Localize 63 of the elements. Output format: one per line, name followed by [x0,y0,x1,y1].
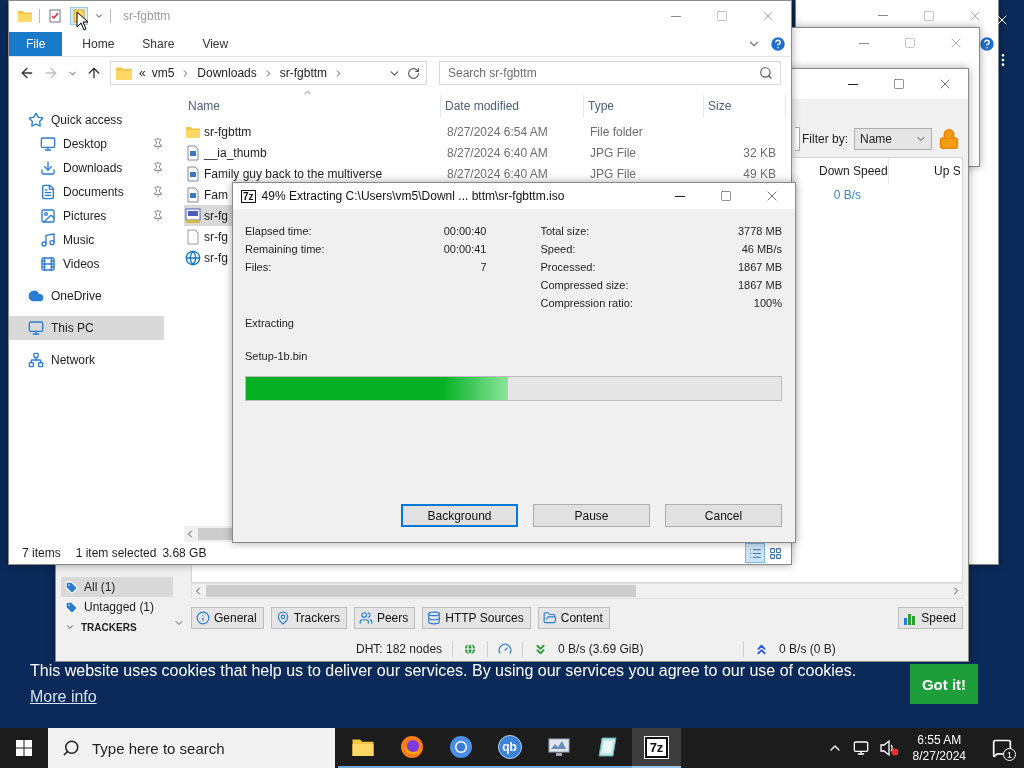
app-logo: qb [497,735,522,759]
nav-label: Pictures [63,209,107,223]
file-date: 8/27/2024 6:54 AM [446,124,549,139]
nav-label: Desktop [63,137,108,151]
upload-speed: 0 B/s (0 B) [779,642,836,656]
file-type: JPG File [589,166,637,181]
stat-value: 46 MB/s [741,243,782,255]
stat-label: Files: [245,261,272,273]
stat-value: 00:00:40 [443,225,487,237]
down-speed-value: 0 B/s [832,188,862,202]
stat-value: 1867 MB [737,261,782,273]
clock-time: 6:55 AM [917,732,962,748]
current-file: Setup-1b.bin [245,349,309,364]
file-date: 8/27/2024 6:40 AM [446,145,549,160]
stat-label: Compression ratio: [540,297,633,309]
file-type: File folder [589,124,644,139]
stat-label: Processed: [540,261,596,273]
stat-value: 7 [480,261,487,273]
window-title: sr-fgbttm [123,9,171,23]
file-name: Family guy back to the multiverse [204,166,383,181]
stat-value: 00:00:41 [443,243,487,255]
selection-info: 1 item selected [75,546,157,560]
file-size: 49 KB [742,166,777,181]
nav-label: Downloads [63,161,123,175]
nav-label: Music [63,233,95,247]
app-logo: 7z [241,189,256,203]
stat-label: Elapsed time: [245,225,312,237]
nav-label: Documents [63,185,124,199]
file-type: JPG File [589,145,637,160]
stat-label: Total size: [540,225,590,237]
dht-status: DHT: 182 nodes [356,642,443,656]
stat-value: 100% [753,297,782,309]
filter-label: Filter by: [802,132,848,146]
file-name: sr-fgbttm [204,124,252,139]
app-logo: 7z [644,736,669,758]
clock-date: 8/27/2024 [912,748,966,764]
file-date: 8/27/2024 6:40 AM [446,166,549,181]
operation-status: Extracting [245,316,295,331]
file-name: sr-fg [204,229,228,244]
stat-label: Speed: [540,243,576,255]
stat-value: 3778 MB [737,225,782,237]
category-label: All (1) [84,580,116,594]
nav-label: Videos [63,257,100,271]
file-name: sr-fg [204,208,228,223]
nav-label: This PC [51,321,94,335]
dialog-title: 49% Extracting C:\Users\vm5\Downl ... bttm\sr-fgbttm.iso [261,189,565,203]
file-size: 32 KB [742,145,777,160]
file-name: sr-fg [204,250,228,265]
selection-size: 3.68 GB [162,546,207,560]
download-speed: 0 B/s (3.69 GiB) [558,642,645,656]
item-count: 7 items [22,546,61,560]
nav-label: OneDrive [51,289,102,303]
category-label: Untagged (1) [84,600,155,614]
file-name: __ia_thumb [204,145,267,160]
stat-value: 1867 MB [737,279,782,291]
file-name: Fam [204,187,228,202]
cookie-message: This website uses cookies that help us to deliver our services. By using our services you agree to our use of cookies. [30,662,858,680]
nav-label: Quick access [51,113,123,127]
notification-count: 1 [1003,748,1016,761]
section-header: TRACKERS [81,621,137,633]
nav-label: Network [51,353,95,367]
stat-label: Remaining time: [245,243,325,255]
stat-label: Compressed size: [540,279,629,291]
